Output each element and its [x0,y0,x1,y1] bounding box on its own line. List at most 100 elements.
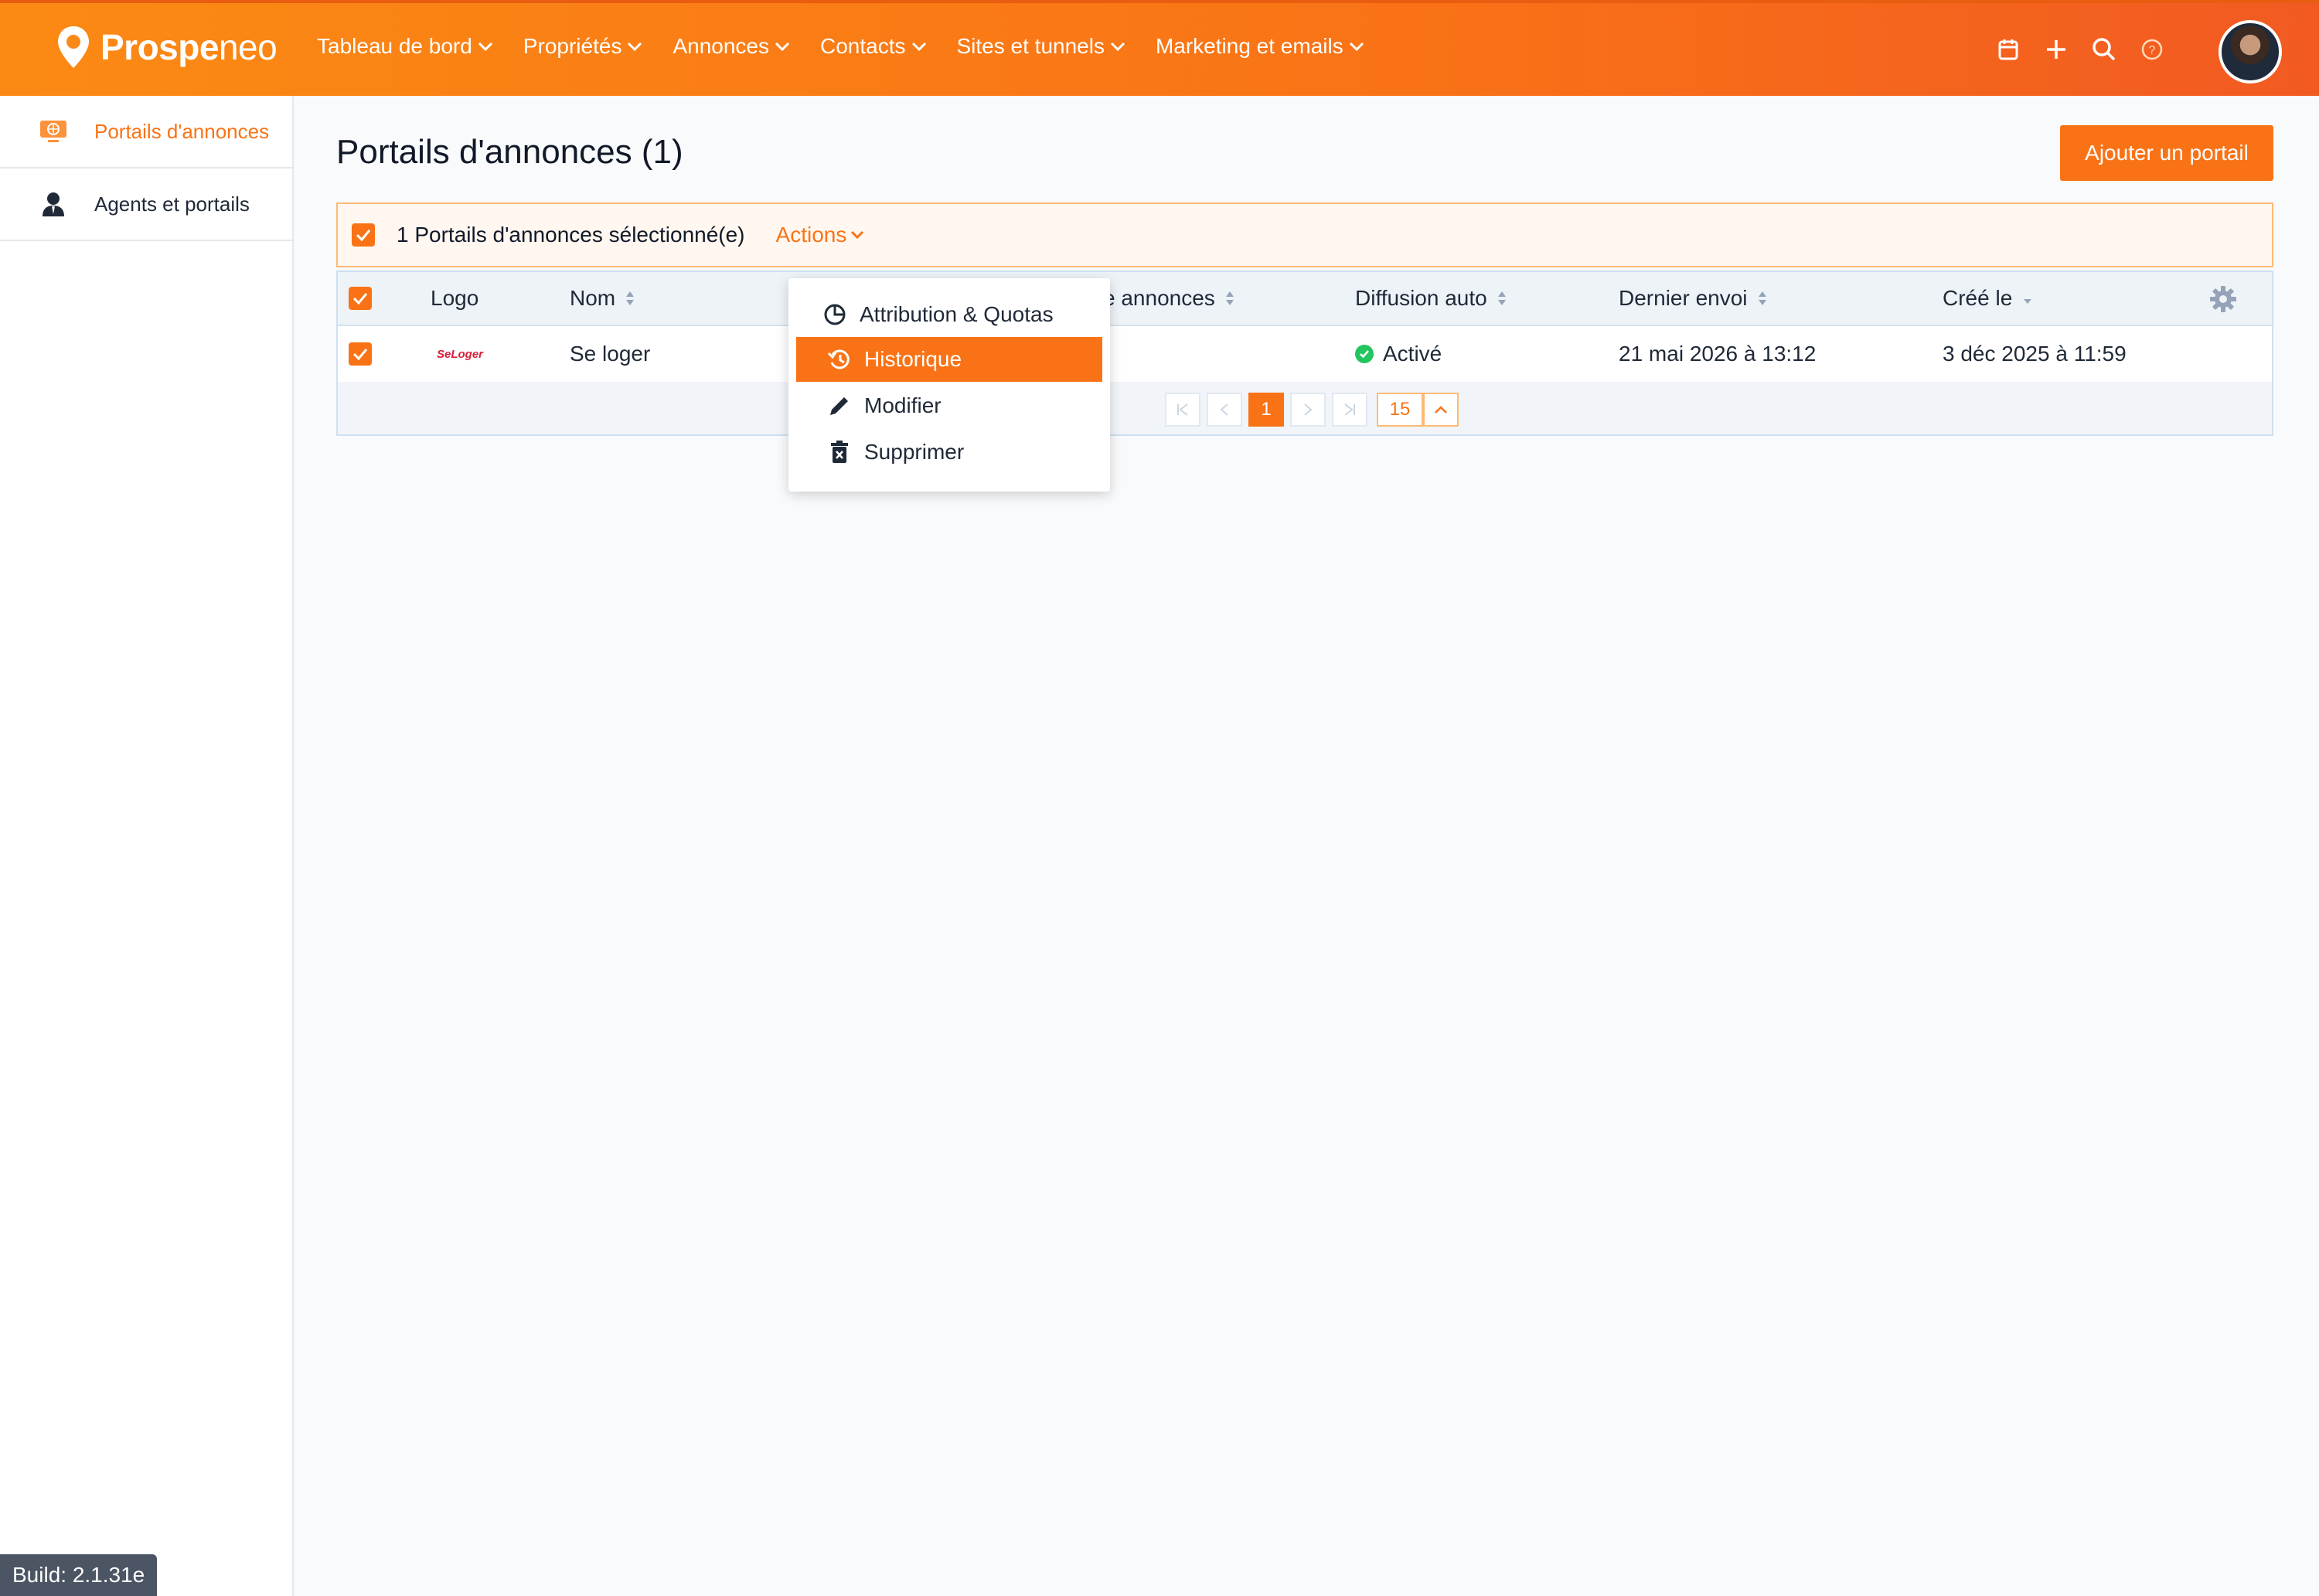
chevron-down-icon [775,42,790,52]
nav-proprietes[interactable]: Propriétés [523,34,644,59]
sort-icon [1757,290,1768,307]
nav-marketing-et-emails[interactable]: Marketing et emails [1156,34,1365,59]
nav-label: Marketing et emails [1155,34,1343,58]
build-version-badge: Build: 2.1.31e [0,1554,158,1596]
select-all-checkbox[interactable] [352,223,375,247]
top-navigation-bar: Prospeneo Tableau de bord Propriétés Ann… [0,0,2319,96]
cell-diffusion-auto: Activé [1355,326,1442,382]
chevron-down-icon [478,42,492,52]
nav-tableau-de-bord[interactable]: Tableau de bord [317,34,494,59]
sidebar-item-label: Portails d'annonces [94,119,270,143]
sort-icon [1224,290,1235,307]
nav-annonces[interactable]: Annonces [673,34,791,59]
menu-item-label: Historique [864,347,962,371]
help-icon[interactable]: ? [2140,37,2164,62]
sidebar: Portails d'annonces Agents et portails [0,96,294,1596]
sort-icon [1497,290,1507,307]
trash-icon [826,438,853,466]
column-header-label: Nom [570,286,616,310]
current-page[interactable]: 1 [1248,393,1284,427]
chevron-down-icon [628,42,642,52]
menu-item-modifier[interactable]: Modifier [796,383,1102,428]
first-page-icon[interactable] [1165,393,1200,427]
column-header-label: Créé le [1943,286,2013,310]
nav-label: Annonces [673,34,769,58]
chevron-down-icon [1110,42,1125,52]
actions-dropdown[interactable]: Actions [776,223,866,247]
page-size-select[interactable]: 15 [1377,393,1423,427]
check-icon [356,230,371,242]
column-header-annonces[interactable]: e annonces [1103,272,1235,325]
header-checkbox[interactable] [349,287,372,310]
column-header-label: Diffusion auto [1355,286,1487,310]
svg-text:?: ? [2149,44,2156,57]
agent-icon [39,189,68,219]
menu-item-supprimer[interactable]: Supprimer [796,430,1102,475]
menu-item-label: Modifier [864,393,942,417]
cell-nom: Se loger [570,342,651,366]
column-header-cree-le[interactable]: Créé le [1943,272,2034,325]
user-avatar[interactable] [2219,20,2282,83]
nav-label: Contacts [820,34,906,58]
calendar-icon[interactable] [1996,37,2021,62]
row-checkbox[interactable] [349,342,372,366]
history-icon [826,345,853,373]
actions-label: Actions [775,223,847,247]
cell-dernier-envoi: 21 mai 2026 à 13:12 [1619,342,1817,366]
brand-logo[interactable]: Prospeneo [56,25,278,70]
column-header-label: Dernier envoi [1619,286,1748,310]
table-header: Logo Nom e annonces Diffusion auto Derni… [338,272,2272,326]
check-icon [352,349,368,361]
column-header-label: e annonces [1103,286,1215,310]
nav-label: Propriétés [523,34,622,58]
sort-desc-icon [2021,290,2034,307]
next-page-icon[interactable] [1290,393,1326,427]
nav-label: Tableau de bord [317,34,472,58]
sort-icon [625,290,635,307]
chevron-up-icon[interactable] [1423,393,1459,427]
search-icon[interactable] [2092,37,2116,62]
menu-item-label: Attribution & Quotas [860,302,1054,326]
check-icon [352,293,368,305]
portal-icon [39,117,68,146]
nav-contacts[interactable]: Contacts [820,34,928,59]
column-header-diffusion-auto[interactable]: Diffusion auto [1355,272,1507,325]
check-circle-icon [1355,345,1374,363]
brand-name-light: neo [218,27,278,67]
pencil-icon [826,392,853,420]
portals-table: Logo Nom e annonces Diffusion auto Derni… [336,271,2273,436]
prev-page-icon[interactable] [1207,393,1242,427]
nav-sites-et-tunnels[interactable]: Sites et tunnels [957,34,1126,59]
column-settings-gear-icon[interactable] [2208,284,2238,314]
sidebar-item-agents-et-portails[interactable]: Agents et portails [0,168,292,241]
selection-bar: 1 Portails d'annonces sélectionné(e) Act… [336,202,2273,267]
sidebar-item-portails-d-annonces[interactable]: Portails d'annonces [0,96,292,168]
column-header-logo: Logo [431,286,479,310]
selection-count-text: 1 Portails d'annonces sélectionné(e) [397,223,745,247]
seloger-logo: SeLoger [437,347,484,361]
brand-name-bold: Prospe [100,27,219,67]
top-icon-group: ? [1996,37,2164,62]
actions-menu: Attribution & Quotas Historique Modifier… [788,278,1110,492]
column-header-dernier-envoi[interactable]: Dernier envoi [1619,272,1768,325]
menu-item-label: Supprimer [864,440,965,464]
main-nav: Tableau de bord Propriétés Annonces Cont… [317,34,1394,59]
cell-cree-le: 3 déc 2025 à 11:59 [1943,342,2127,366]
status-label: Activé [1383,342,1442,366]
header-checkbox-cell [349,272,372,325]
column-header-nom[interactable]: Nom [570,272,635,325]
pagination: 1 15 [1165,393,1459,427]
pie-chart-icon [821,301,849,328]
sidebar-item-label: Agents et portails [94,192,250,216]
last-page-icon[interactable] [1332,393,1367,427]
menu-item-historique[interactable]: Historique [796,337,1102,382]
row-checkbox-cell [349,326,372,382]
chevron-down-icon [911,42,926,52]
chevron-down-icon [851,230,864,240]
chevron-down-icon [1349,42,1364,52]
plus-icon[interactable] [2044,37,2069,62]
add-portal-button[interactable]: Ajouter un portail [2060,125,2273,181]
menu-item-attribution-quotas[interactable]: Attribution & Quotas [796,292,1102,337]
table-row[interactable]: SeLoger Se loger Activé 21 mai 2026 à 13… [338,326,2272,382]
logo-pin-icon [56,25,91,70]
